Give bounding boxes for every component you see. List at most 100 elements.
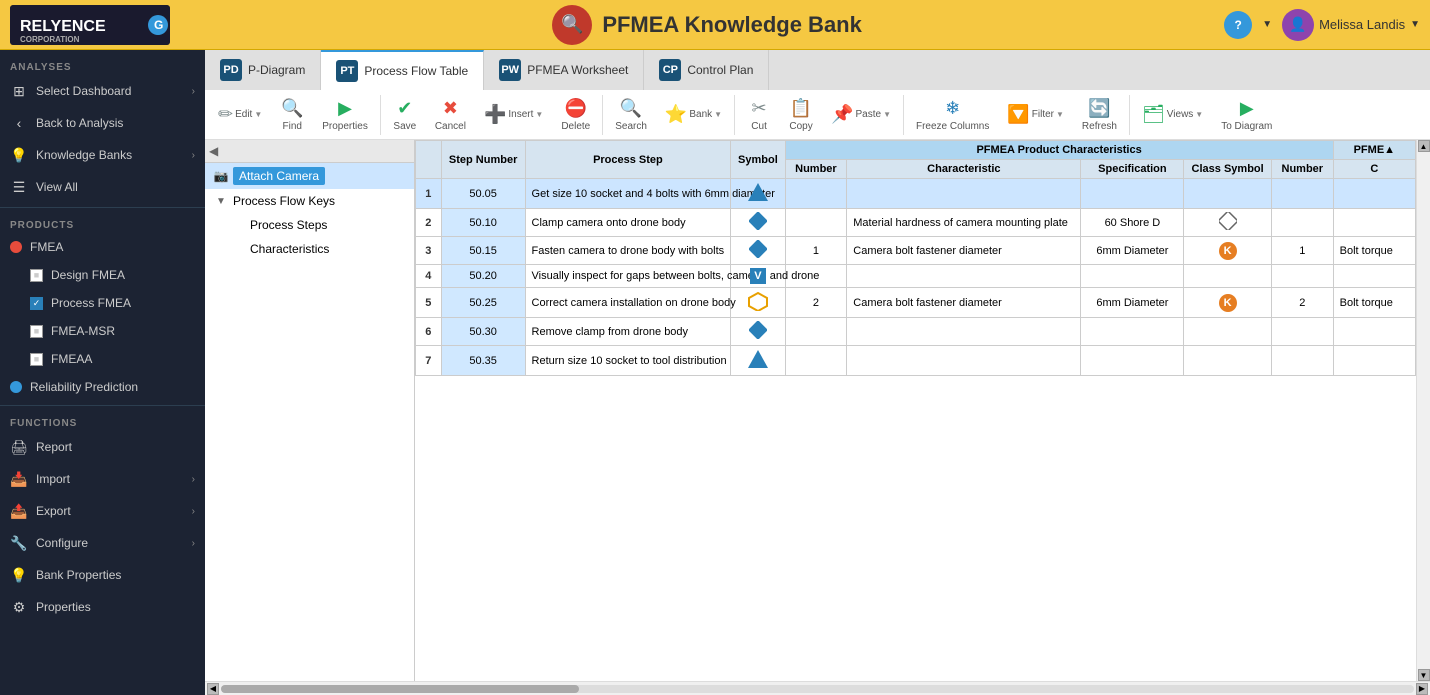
search-button[interactable]: 🔍 Search	[607, 95, 655, 135]
user-menu[interactable]: 👤 Melissa Landis ▼	[1282, 9, 1420, 41]
spec-6	[1081, 318, 1184, 346]
tab-pw[interactable]: PW PFMEA Worksheet	[484, 50, 644, 90]
process-flow-keys-toggle[interactable]: ▼	[213, 193, 229, 209]
paste-button[interactable]: 📌 Paste ▼	[823, 101, 899, 128]
username: Melissa Landis	[1319, 17, 1405, 32]
sidebar-item-report[interactable]: 🖨 Report	[0, 431, 205, 463]
process-step-3: Fasten camera to drone body with bolts	[525, 237, 731, 265]
user-dropdown-icon[interactable]: ▼	[1410, 19, 1420, 30]
sidebar-item-reliability[interactable]: Reliability Prediction	[0, 373, 205, 401]
char-3: Camera bolt fastener diameter	[847, 237, 1081, 265]
cut-button[interactable]: ✂ Cut	[739, 95, 779, 135]
c-6	[1333, 318, 1415, 346]
sidebar-item-properties[interactable]: ⚙ Properties	[0, 591, 205, 623]
bank-button[interactable]: ⭐ Bank ▼	[657, 101, 730, 128]
spec-7	[1081, 346, 1184, 376]
tab-pw-label: PFMEA Worksheet	[527, 63, 628, 77]
class-sym-5: K	[1184, 288, 1272, 318]
symbol-2	[731, 209, 785, 237]
row-num-3: 3	[416, 237, 442, 265]
find-button[interactable]: 🔍 Find	[272, 95, 312, 135]
tree-panel-collapse[interactable]: ◀	[209, 144, 218, 158]
sidebar-item-import[interactable]: 📥 Import ›	[0, 463, 205, 495]
tab-pd[interactable]: PD P-Diagram	[205, 50, 321, 90]
sidebar-item-view-all[interactable]: ☰ View All	[0, 171, 205, 203]
table-row[interactable]: 5 50.25 Correct camera installation on d…	[416, 288, 1416, 318]
scroll-right-btn[interactable]: ▶	[1416, 683, 1428, 695]
properties-button[interactable]: ▶ Properties	[314, 95, 376, 135]
sidebar-item-fmea-msr[interactable]: ■ FMEA-MSR	[0, 317, 205, 345]
design-fmea-checkbox[interactable]: ■	[30, 269, 43, 282]
table-row[interactable]: 6 50.30 Remove clamp from drone body	[416, 318, 1416, 346]
process-fmea-checkbox[interactable]: ✓	[30, 297, 43, 310]
fmea-a-checkbox[interactable]: ■	[30, 353, 43, 366]
main-table-wrapper[interactable]: Step Number Process Step Symbol PFMEA Pr…	[415, 140, 1416, 681]
sidebar-item-process-fmea[interactable]: ✓ Process FMEA	[0, 289, 205, 317]
user-avatar: 👤	[1282, 9, 1314, 41]
filter-button[interactable]: 🔽 Filter ▼	[999, 101, 1072, 128]
edit-button[interactable]: ✏ Edit ▼	[210, 101, 270, 128]
refresh-button[interactable]: 🔄 Refresh	[1074, 95, 1125, 135]
content-area: PD P-Diagram PT Process Flow Table PW PF…	[205, 50, 1430, 695]
toolbar: ✏ Edit ▼ 🔍 Find ▶ Properties ✔ Save ✖ Ca…	[205, 90, 1430, 140]
num-1	[785, 179, 847, 209]
tab-bar: PD P-Diagram PT Process Flow Table PW PF…	[205, 50, 1430, 90]
step-num-3: 50.15	[441, 237, 525, 265]
table-row[interactable]: 2 50.10 Clamp camera onto drone body Mat…	[416, 209, 1416, 237]
table-row[interactable]: 4 50.20 Visually inspect for gaps betwee…	[416, 265, 1416, 288]
tree-item-characteristics[interactable]: Characteristics	[205, 237, 414, 261]
char-2: Material hardness of camera mounting pla…	[847, 209, 1081, 237]
num-6	[785, 318, 847, 346]
tree-item-process-flow-keys[interactable]: ▼ Process Flow Keys	[205, 189, 414, 213]
copy-button[interactable]: 📋 Copy	[781, 95, 821, 135]
vertical-scrollbar[interactable]: ▲ ▼	[1416, 140, 1430, 681]
table-row[interactable]: 1 50.05 Get size 10 socket and 4 bolts w…	[416, 179, 1416, 209]
paste-label: Paste	[855, 109, 881, 120]
scroll-thumb-h	[221, 685, 579, 693]
tree-item-process-steps[interactable]: Process Steps	[205, 213, 414, 237]
camera-icon: 📷	[213, 168, 229, 184]
characteristics-toggle	[230, 241, 246, 257]
tab-pw-badge: PW	[499, 59, 521, 81]
help-dropdown-icon[interactable]: ▼	[1262, 19, 1272, 30]
scroll-up-btn[interactable]: ▲	[1418, 140, 1430, 152]
svg-text:RELYENCE: RELYENCE	[20, 18, 106, 35]
select-dashboard-arrow: ›	[192, 86, 195, 97]
step-num-7: 50.35	[441, 346, 525, 376]
delete-button[interactable]: ⛔ Delete	[553, 95, 598, 135]
cut-icon: ✂	[752, 98, 767, 119]
sidebar-item-export[interactable]: 📤 Export ›	[0, 495, 205, 527]
c-7	[1333, 346, 1415, 376]
pfmea-num-1	[1271, 179, 1333, 209]
freeze-columns-button[interactable]: ❄ Freeze Columns	[908, 95, 997, 135]
horizontal-scrollbar[interactable]: ◀ ▶	[205, 681, 1430, 695]
scroll-down-btn[interactable]: ▼	[1418, 669, 1430, 681]
sidebar-item-select-dashboard[interactable]: ⊞ Select Dashboard ›	[0, 75, 205, 107]
tree-item-attach-camera[interactable]: 📷 Attach Camera	[205, 163, 414, 189]
spec-2: 60 Shore D	[1081, 209, 1184, 237]
symbol-5	[731, 288, 785, 318]
configure-label: Configure	[36, 536, 184, 550]
scroll-left-btn[interactable]: ◀	[207, 683, 219, 695]
help-button[interactable]: ?	[1224, 11, 1252, 39]
to-diagram-button[interactable]: ▶ To Diagram	[1213, 95, 1280, 135]
sidebar-item-fmea-a[interactable]: ■ FMEA​A	[0, 345, 205, 373]
fmea-msr-checkbox[interactable]: ■	[30, 325, 43, 338]
table-row[interactable]: 3 50.15 Fasten camera to drone body with…	[416, 237, 1416, 265]
tree-panel: ◀ 📷 Attach Camera ▼ Process Flow Keys Pr…	[205, 140, 415, 681]
sidebar-item-configure[interactable]: 🔧 Configure ›	[0, 527, 205, 559]
insert-button[interactable]: ➕ Insert ▼	[476, 101, 551, 128]
sidebar-item-knowledge-banks[interactable]: 💡 Knowledge Banks ›	[0, 139, 205, 171]
num-3: 1	[785, 237, 847, 265]
sidebar-item-fmea[interactable]: FMEA	[0, 233, 205, 261]
cancel-button[interactable]: ✖ Cancel	[427, 95, 474, 135]
save-button[interactable]: ✔ Save	[385, 95, 425, 135]
sidebar-item-back[interactable]: ‹ Back to Analysis	[0, 107, 205, 139]
table-row[interactable]: 7 50.35 Return size 10 socket to tool di…	[416, 346, 1416, 376]
tab-cp[interactable]: CP Control Plan	[644, 50, 769, 90]
sidebar-item-design-fmea[interactable]: ■ Design FMEA	[0, 261, 205, 289]
views-button[interactable]: 🗂 Views ▼	[1134, 101, 1211, 128]
knowledge-banks-arrow: ›	[192, 150, 195, 161]
tab-pt[interactable]: PT Process Flow Table	[321, 50, 484, 90]
sidebar-item-bank-properties[interactable]: 💡 Bank Properties	[0, 559, 205, 591]
